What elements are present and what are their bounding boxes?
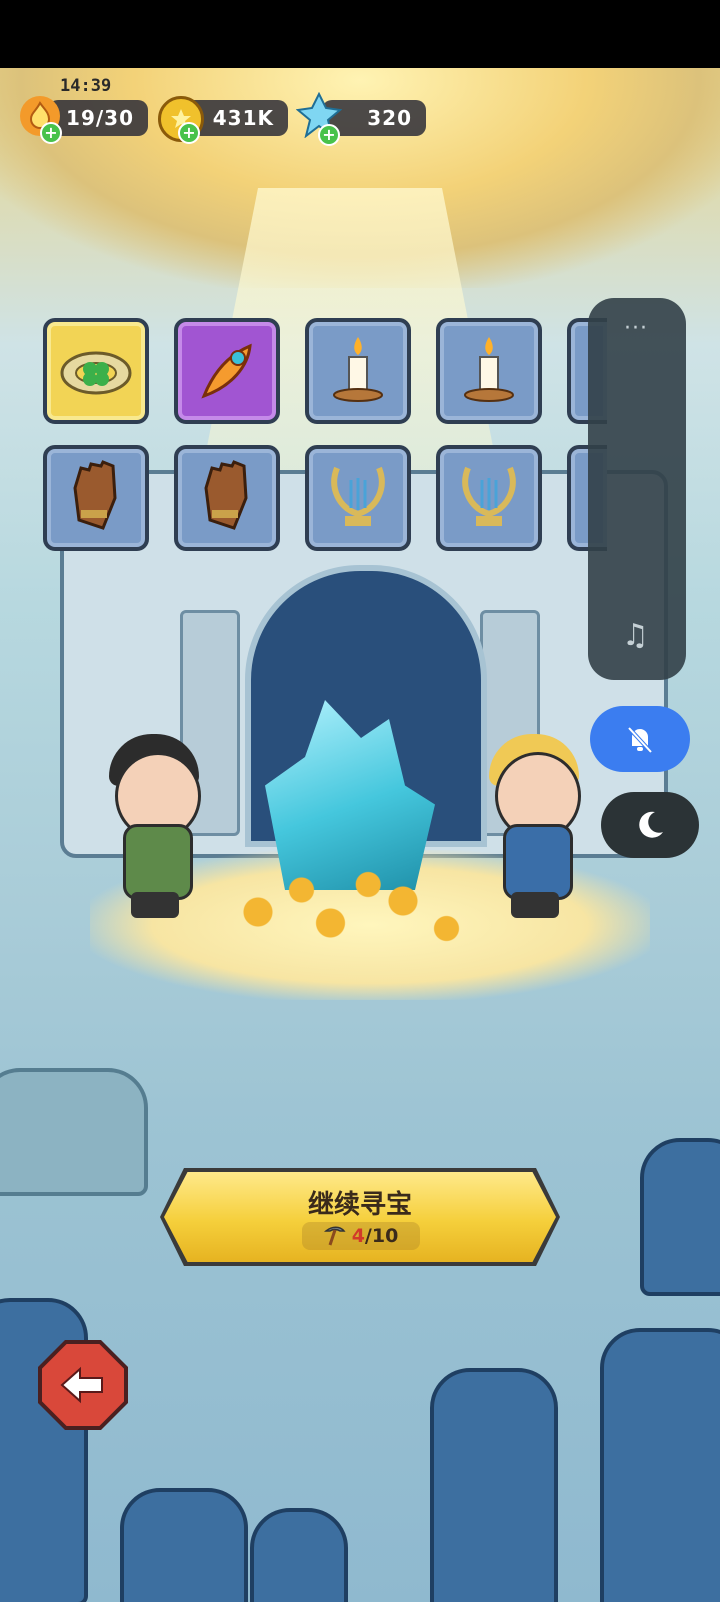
lyre-icon bbox=[462, 466, 516, 526]
music-icon[interactable]: ♫ bbox=[622, 618, 649, 653]
pickaxe-icon bbox=[323, 1226, 346, 1246]
rock-bottom-mid bbox=[250, 1508, 348, 1602]
character-legs bbox=[131, 892, 179, 918]
rock-center bbox=[430, 1368, 558, 1602]
energy-counter[interactable]: 19/30 bbox=[48, 100, 148, 136]
add-energy-icon[interactable]: + bbox=[40, 122, 62, 144]
floating-side-panel[interactable]: ··· ♫ bbox=[588, 298, 686, 680]
gem-value: 320 bbox=[367, 106, 412, 130]
item-slot-lyre-1[interactable] bbox=[305, 445, 411, 551]
lyre-icon bbox=[331, 466, 385, 526]
character-body bbox=[503, 824, 573, 900]
pickaxe-total: /10 bbox=[364, 1225, 399, 1247]
miner-character-left bbox=[105, 734, 205, 924]
night-mode-button[interactable] bbox=[601, 792, 699, 858]
energy-value: 19/30 bbox=[66, 106, 134, 130]
candle-icon bbox=[464, 337, 514, 402]
character-body bbox=[123, 824, 193, 900]
feather-icon bbox=[201, 343, 252, 399]
more-options-icon[interactable]: ··· bbox=[624, 316, 648, 341]
broken-pillar bbox=[0, 1068, 148, 1196]
status-bar-background bbox=[0, 0, 720, 68]
pickaxe-counter: 4/10 bbox=[302, 1222, 420, 1250]
mute-notifications-button[interactable] bbox=[590, 706, 690, 772]
continue-treasure-button[interactable]: 继续寻宝 4/10 bbox=[164, 1172, 556, 1262]
rock-bottom-left bbox=[120, 1488, 248, 1602]
glove-icon bbox=[73, 460, 117, 530]
rock-right-upper bbox=[640, 1138, 720, 1296]
continue-button-label: 继续寻宝 bbox=[307, 1190, 412, 1220]
item-slot-candle-2[interactable] bbox=[436, 318, 542, 424]
glove-icon bbox=[204, 460, 248, 530]
add-coins-icon[interactable]: + bbox=[178, 122, 200, 144]
item-slot-feather[interactable] bbox=[174, 318, 280, 424]
add-gems-icon[interactable]: + bbox=[318, 124, 340, 146]
item-slot-glove-2[interactable] bbox=[174, 445, 280, 551]
back-arrow-icon bbox=[60, 1366, 103, 1404]
candle-icon bbox=[333, 337, 383, 402]
moon-icon bbox=[639, 811, 663, 838]
clover-ring-icon bbox=[60, 351, 132, 395]
bell-off-icon bbox=[627, 726, 653, 754]
back-button[interactable] bbox=[42, 1344, 124, 1426]
item-slot-clover-ring[interactable] bbox=[43, 318, 149, 424]
miner-character-right bbox=[485, 734, 585, 924]
item-slot-glove-1[interactable] bbox=[43, 445, 149, 551]
rock-right bbox=[600, 1328, 720, 1602]
pickaxe-current: 4 bbox=[351, 1225, 365, 1247]
clock-time: 14:39 bbox=[60, 76, 112, 96]
item-slot-candle-1[interactable] bbox=[305, 318, 411, 424]
item-slot-lyre-2[interactable] bbox=[436, 445, 542, 551]
gold-coins-pile bbox=[200, 835, 490, 945]
character-legs bbox=[511, 892, 559, 918]
coin-value: 431K bbox=[212, 106, 274, 130]
